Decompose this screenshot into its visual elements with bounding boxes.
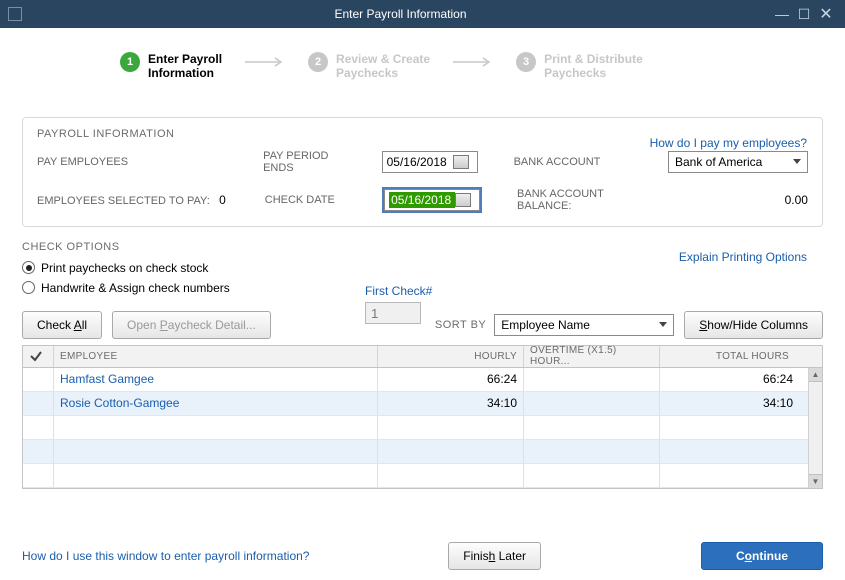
step-3-badge: 3 xyxy=(516,52,536,72)
pay-employees-label: PAY EMPLOYEES xyxy=(37,156,243,168)
handwrite-assign-radio[interactable] xyxy=(22,281,35,294)
sort-by-select[interactable]: Employee Name xyxy=(494,314,674,336)
finish-later-button[interactable]: Finish Later xyxy=(448,542,541,570)
pay-period-ends-input[interactable] xyxy=(382,151,478,173)
table-header: EMPLOYEE HOURLY OVERTIME (X1.5) HOUR... … xyxy=(23,346,822,368)
employee-name-link[interactable]: Hamfast Gamgee xyxy=(53,368,377,391)
pay-period-ends-field[interactable] xyxy=(387,155,453,169)
table-body: Hamfast Gamgee 66:24 66:24 Rosie Cotton-… xyxy=(23,368,822,488)
scroll-up-icon[interactable]: ▲ xyxy=(809,368,822,382)
overtime-cell[interactable] xyxy=(523,392,659,415)
system-menu-icon[interactable] xyxy=(8,7,22,21)
chevron-down-icon xyxy=(793,159,801,164)
bank-account-label: BANK ACCOUNT xyxy=(514,156,648,168)
first-check-input xyxy=(365,302,421,324)
employees-selected-label: EMPLOYEES SELECTED TO PAY: xyxy=(37,195,210,207)
payroll-information-panel: PAYROLL INFORMATION PAY EMPLOYEES PAY PE… xyxy=(22,117,823,227)
step-2-line2: Paychecks xyxy=(336,66,430,80)
step-2-line1: Review & Create xyxy=(336,52,430,66)
step-3-line2: Paychecks xyxy=(544,66,643,80)
table-row[interactable]: Hamfast Gamgee 66:24 66:24 xyxy=(23,368,822,392)
total-hours-cell: 66:24 xyxy=(659,368,799,391)
window-title: Enter Payroll Information xyxy=(30,7,771,21)
scroll-down-icon[interactable]: ▼ xyxy=(809,474,822,488)
bank-balance-label: BANK ACCOUNT BALANCE: xyxy=(517,188,652,212)
employee-name-link[interactable]: Rosie Cotton-Gamgee xyxy=(53,392,377,415)
open-paycheck-detail-button: Open Paycheck Detail... xyxy=(112,311,271,339)
first-check-label: First Check# xyxy=(365,284,432,298)
print-on-check-stock-label: Print paychecks on check stock xyxy=(41,261,208,275)
how-do-i-pay-link[interactable]: How do I pay my employees? xyxy=(650,136,807,150)
handwrite-assign-label: Handwrite & Assign check numbers xyxy=(41,281,230,295)
col-checkmark[interactable] xyxy=(23,346,53,367)
chevron-right-icon xyxy=(448,52,498,72)
employee-table: EMPLOYEE HOURLY OVERTIME (X1.5) HOUR... … xyxy=(22,345,823,489)
table-row[interactable] xyxy=(23,440,822,464)
maximize-button[interactable]: ☐ xyxy=(793,6,815,23)
employees-selected-value: 0 xyxy=(219,193,226,207)
how-use-window-link[interactable]: How do I use this window to enter payrol… xyxy=(22,549,309,563)
footer-bar: How do I use this window to enter payrol… xyxy=(22,542,823,570)
check-date-field[interactable] xyxy=(389,192,455,208)
step-1-label: Enter Payroll Information xyxy=(148,52,222,81)
calendar-icon[interactable] xyxy=(453,155,469,169)
calendar-icon[interactable] xyxy=(455,193,471,207)
step-2-label: Review & Create Paychecks xyxy=(336,52,430,81)
bank-balance-value: 0.00 xyxy=(673,193,808,207)
content-area: 1 Enter Payroll Information 2 Review & C… xyxy=(0,28,845,580)
check-date-input[interactable] xyxy=(384,189,480,211)
scrollbar[interactable]: ▲ ▼ xyxy=(808,368,822,488)
step-1-line2: Information xyxy=(148,66,222,80)
explain-printing-link[interactable]: Explain Printing Options xyxy=(679,250,807,264)
print-on-check-stock-radio[interactable] xyxy=(22,261,35,274)
step-1-enter-payroll: 1 Enter Payroll Information xyxy=(120,52,222,81)
close-button[interactable]: ✕ xyxy=(815,4,837,24)
col-overtime[interactable]: OVERTIME (X1.5) HOUR... xyxy=(523,346,659,367)
row-checkbox[interactable] xyxy=(23,392,53,415)
check-date-label: CHECK DATE xyxy=(265,194,364,206)
sort-by-label: SORT BY xyxy=(435,319,486,331)
table-row[interactable]: Rosie Cotton-Gamgee 34:10 34:10 xyxy=(23,392,822,416)
step-3-line1: Print & Distribute xyxy=(544,52,643,66)
chevron-down-icon xyxy=(659,322,667,327)
wizard-stepper: 1 Enter Payroll Information 2 Review & C… xyxy=(0,28,845,89)
sort-by-value: Employee Name xyxy=(501,318,590,332)
continue-button[interactable]: Continue xyxy=(701,542,823,570)
first-check-group: First Check# xyxy=(365,284,432,324)
pay-period-ends-label: PAY PERIOD ENDS xyxy=(263,150,362,174)
col-hourly[interactable]: HOURLY xyxy=(377,346,523,367)
minimize-button[interactable]: — xyxy=(771,6,793,22)
step-3-print-distribute: 3 Print & Distribute Paychecks xyxy=(516,52,643,81)
title-bar: Enter Payroll Information — ☐ ✕ xyxy=(0,0,845,28)
table-row[interactable] xyxy=(23,416,822,440)
step-3-label: Print & Distribute Paychecks xyxy=(544,52,643,81)
chevron-right-icon xyxy=(240,52,290,72)
bank-account-value: Bank of America xyxy=(675,155,762,169)
table-row[interactable] xyxy=(23,464,822,488)
show-hide-columns-button[interactable]: Show/Hide Columns xyxy=(684,311,823,339)
hourly-cell[interactable]: 34:10 xyxy=(377,392,523,415)
bank-account-select[interactable]: Bank of America xyxy=(668,151,808,173)
total-hours-cell: 34:10 xyxy=(659,392,799,415)
step-1-badge: 1 xyxy=(120,52,140,72)
col-employee[interactable]: EMPLOYEE xyxy=(53,346,377,367)
check-all-button[interactable]: Check All xyxy=(22,311,102,339)
col-total-hours[interactable]: TOTAL HOURS xyxy=(659,346,799,367)
step-2-review-create: 2 Review & Create Paychecks xyxy=(308,52,430,81)
step-2-badge: 2 xyxy=(308,52,328,72)
row-checkbox[interactable] xyxy=(23,368,53,391)
hourly-cell[interactable]: 66:24 xyxy=(377,368,523,391)
step-1-line1: Enter Payroll xyxy=(148,52,222,66)
overtime-cell[interactable] xyxy=(523,368,659,391)
